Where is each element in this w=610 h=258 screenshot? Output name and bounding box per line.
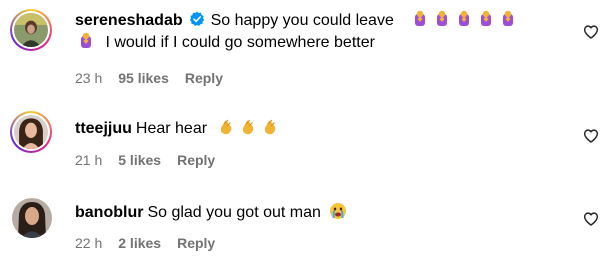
heart-outline-icon[interactable] [583,128,599,144]
timestamp: 22 h [75,235,103,251]
reply-button[interactable]: Reply [177,152,215,168]
timestamp: 21 h [75,152,103,168]
avatar[interactable] [10,111,52,153]
person-bowing-emoji [458,10,469,26]
likes-count[interactable]: 95 likes [118,70,169,86]
comment-text: So glad you got out man [147,204,321,221]
person-bowing-emoji [502,10,513,26]
heart-outline-icon[interactable] [583,24,599,40]
comment-tteejjuu: tteejjuu Hear hear 21 h 5 likes Reply [0,95,610,178]
username[interactable]: tteejjuu [75,120,132,137]
reply-button[interactable]: Reply [177,235,215,251]
comment-body: sereneshadab So happy you could leave I w… [75,10,570,54]
verified-badge-icon [189,11,204,26]
comment-meta: 22 h 2 likes Reply [75,234,231,252]
comment-sereneshadab: sereneshadab So happy you could leave I w… [0,0,610,95]
comment-text-line2: I would if I could go somewhere better [105,34,375,51]
comment-meta: 23 h 95 likes Reply [75,69,239,87]
likes-count[interactable]: 5 likes [118,152,161,168]
avatar[interactable] [10,9,52,51]
crying-face-emoji [330,203,347,219]
heart-outline-icon[interactable] [583,211,599,227]
avatar[interactable] [12,198,52,238]
person-bowing-emoji [480,10,491,26]
comment-body: tteejjuu Hear hear [75,118,570,140]
clapping-hands-emoji [264,119,275,135]
comment-body: banoblur So glad you got out man [75,202,570,224]
username[interactable]: banoblur [75,204,143,221]
username[interactable]: sereneshadab [75,12,183,29]
clapping-hands-emoji [220,119,231,135]
timestamp: 23 h [75,70,103,86]
comment-banoblur: banoblur So glad you got out man 22 h 2 li… [0,178,610,258]
comment-meta: 21 h 5 likes Reply [75,151,231,169]
comment-text: Hear hear [135,120,208,137]
clapping-hands-emoji [242,119,253,135]
likes-count[interactable]: 2 likes [118,235,161,251]
person-bowing-emoji [414,10,425,26]
person-bowing-emoji [81,32,91,48]
comment-text-line1: So happy you could leave [210,12,394,29]
person-bowing-emoji [436,10,447,26]
reply-button[interactable]: Reply [185,70,223,86]
